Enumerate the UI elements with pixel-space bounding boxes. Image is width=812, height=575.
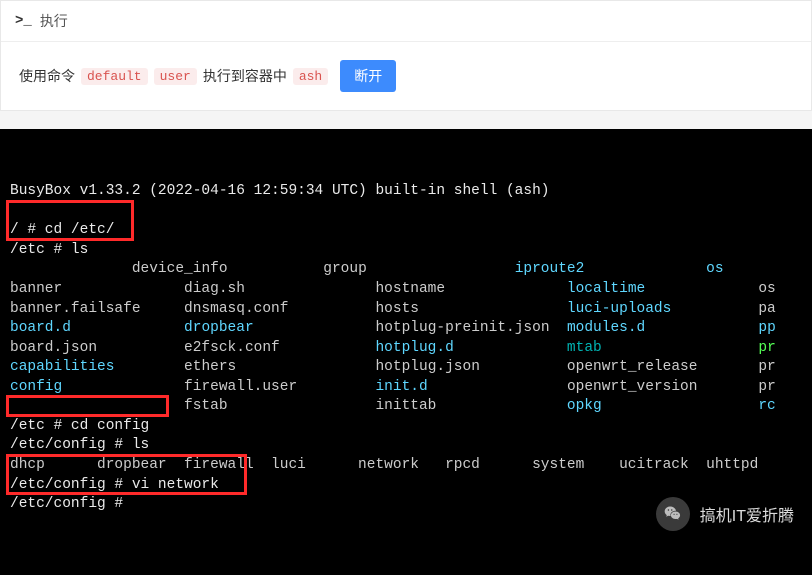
- chip-user: user: [154, 68, 197, 85]
- ls-etc-row: device_info group iproute2 os: [10, 260, 802, 280]
- ls-etc-row: config firewall.user init.d openwrt_vers…: [10, 378, 802, 398]
- info-text-2: 执行到容器中: [203, 66, 287, 86]
- chip-default: default: [81, 68, 148, 85]
- ls-etc-row: board.json e2fsck.conf hotplug.d mtab pr: [10, 339, 802, 359]
- ls-etc-row: fstab inittab opkg rc: [10, 397, 802, 417]
- ls-etc-row: banner.failsafe dnsmasq.conf hosts luci-…: [10, 300, 802, 320]
- terminal-icon: >_: [15, 13, 32, 29]
- info-text-1: 使用命令: [19, 66, 75, 86]
- disconnect-button[interactable]: 断开: [340, 60, 396, 92]
- wechat-icon: [656, 497, 690, 531]
- ls-config-row: dhcp dropbear firewall luci network rpcd…: [10, 456, 802, 476]
- ls-etc-row: banner diag.sh hostname localtime os: [10, 280, 802, 300]
- cmd-ls-etc: /etc # ls: [10, 241, 802, 261]
- panel-title: 执行: [40, 11, 68, 31]
- exec-panel: >_ 执行 使用命令 default user 执行到容器中 ash 断开: [0, 0, 812, 111]
- cmd-cd-etc: / # cd /etc/: [10, 221, 802, 241]
- info-bar: 使用命令 default user 执行到容器中 ash 断开: [1, 42, 811, 110]
- cmd-vi-network: /etc/config # vi network: [10, 476, 802, 496]
- chip-ash: ash: [293, 68, 328, 85]
- cmd-cd-config: /etc # cd config: [10, 417, 802, 437]
- watermark: 搞机IT爱折腾: [656, 497, 794, 531]
- cmd-ls-config: /etc/config # ls: [10, 436, 802, 456]
- terminal-banner: BusyBox v1.33.2 (2022-04-16 12:59:34 UTC…: [10, 182, 802, 202]
- ls-etc-row: board.d dropbear hotplug-preinit.json mo…: [10, 319, 802, 339]
- panel-header: >_ 执行: [1, 1, 811, 42]
- ls-etc-row: capabilities ethers hotplug.json openwrt…: [10, 358, 802, 378]
- watermark-text: 搞机IT爱折腾: [700, 502, 794, 526]
